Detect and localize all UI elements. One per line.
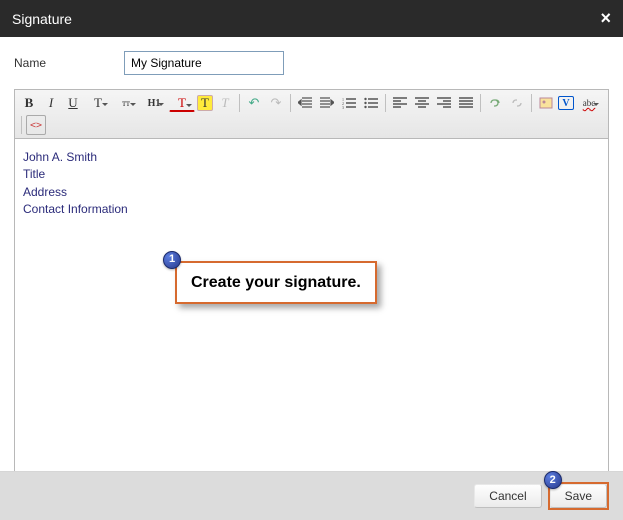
callout-badge-2: 2 xyxy=(544,471,562,489)
sig-address: Address xyxy=(23,184,600,201)
name-label: Name xyxy=(14,56,124,70)
separator xyxy=(385,94,386,112)
paragraph-dropdown[interactable]: H1 xyxy=(141,93,167,113)
dialog-title: Signature xyxy=(12,11,72,27)
alignright-icon[interactable] xyxy=(434,93,454,113)
sig-name: John A. Smith xyxy=(23,149,600,166)
callout-text: Create your signature. xyxy=(191,274,361,291)
fontfamily-dropdown[interactable]: T xyxy=(85,93,111,113)
highlight-icon[interactable]: T xyxy=(197,95,213,111)
italic-icon[interactable]: I xyxy=(41,93,61,113)
save-highlight: Save 2 xyxy=(548,482,609,510)
vcard-icon[interactable]: V xyxy=(558,96,574,110)
separator xyxy=(290,94,291,112)
clearformat-icon[interactable]: T xyxy=(215,93,235,113)
aligncenter-icon[interactable] xyxy=(412,93,432,113)
separator xyxy=(480,94,481,112)
save-button[interactable]: Save xyxy=(550,484,607,508)
sig-contact: Contact Information xyxy=(23,201,600,218)
undo-icon[interactable]: ↶ xyxy=(244,93,264,113)
name-input[interactable] xyxy=(124,51,284,75)
outdent-icon[interactable] xyxy=(295,93,315,113)
dialog-header: Signature × xyxy=(0,0,623,37)
callout-badge-1: 1 xyxy=(163,251,181,269)
svg-text:3: 3 xyxy=(342,105,344,109)
callout-instruction: Create your signature. 1 xyxy=(175,261,377,304)
fontcolor-dropdown[interactable]: T xyxy=(169,94,195,112)
separator xyxy=(531,94,532,112)
alignjustify-icon[interactable] xyxy=(456,93,476,113)
link-icon[interactable] xyxy=(485,93,505,113)
fontsize-dropdown[interactable]: тт xyxy=(113,93,139,113)
alignleft-icon[interactable] xyxy=(390,93,410,113)
dialog-footer: Cancel Save 2 xyxy=(0,471,623,520)
orderedlist-icon[interactable]: 123 xyxy=(339,93,359,113)
cancel-button[interactable]: Cancel xyxy=(474,484,541,508)
bold-icon[interactable]: B xyxy=(19,93,39,113)
source-icon[interactable]: <> xyxy=(26,115,46,135)
separator xyxy=(21,116,22,134)
redo-icon[interactable]: ↷ xyxy=(266,93,286,113)
sig-title: Title xyxy=(23,166,600,183)
unorderedlist-icon[interactable] xyxy=(361,93,381,113)
indent-icon[interactable] xyxy=(317,93,337,113)
unlink-icon[interactable] xyxy=(507,93,527,113)
editor-content[interactable]: John A. Smith Title Address Contact Info… xyxy=(14,139,609,474)
dialog-body: Name B I U T тт H1 T T T ↶ ↷ 123 V abc <… xyxy=(0,37,623,474)
editor-toolbar: B I U T тт H1 T T T ↶ ↷ 123 V abc <> xyxy=(14,89,609,139)
separator xyxy=(239,94,240,112)
image-icon[interactable] xyxy=(536,93,556,113)
underline-icon[interactable]: U xyxy=(63,93,83,113)
close-icon[interactable]: × xyxy=(600,8,611,29)
name-field-row: Name xyxy=(14,51,609,75)
spellcheck-dropdown[interactable]: abc xyxy=(576,93,602,113)
